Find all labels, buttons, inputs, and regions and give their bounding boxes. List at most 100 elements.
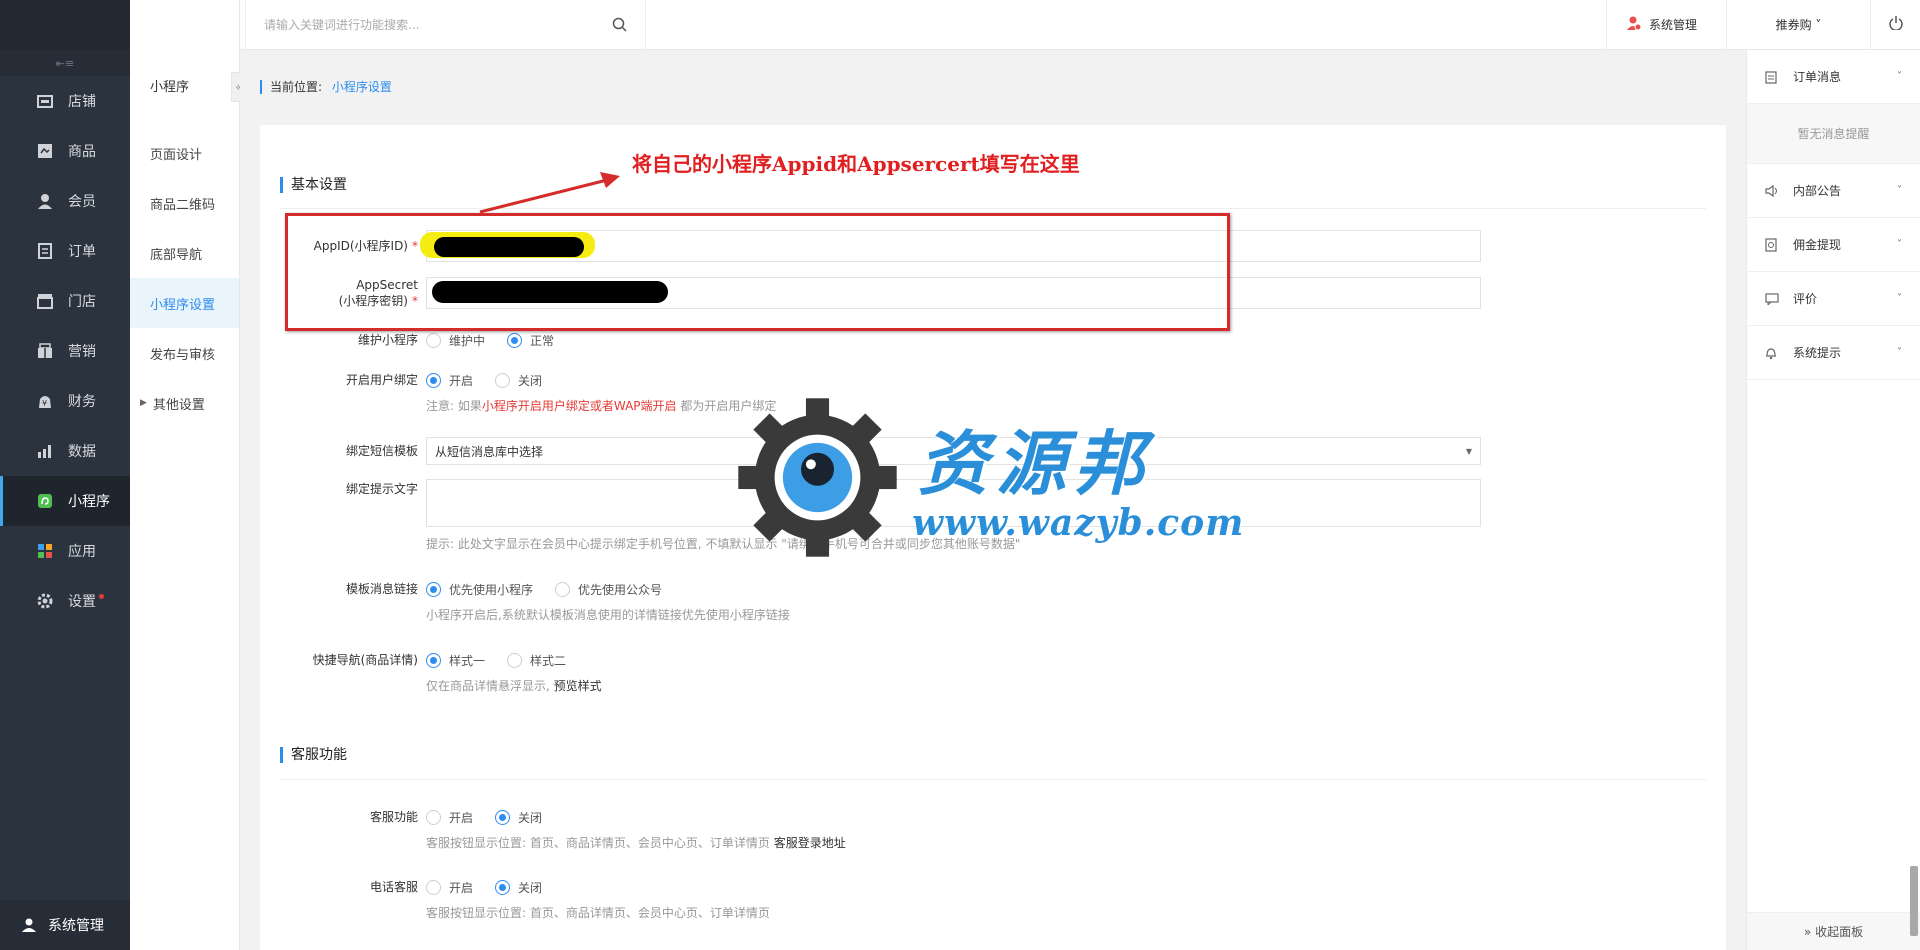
panel-item-commission-withdraw[interactable]: 佣金提现 ˅ bbox=[1747, 218, 1920, 272]
chevron-down-icon: ˅ bbox=[1897, 347, 1902, 358]
search-icon[interactable] bbox=[612, 17, 627, 36]
notification-dot bbox=[99, 593, 104, 599]
sidebar-item-marketing[interactable]: 营销 bbox=[0, 326, 130, 376]
data-icon bbox=[36, 442, 54, 460]
chevron-down-icon: ˅ bbox=[1897, 71, 1902, 82]
sidebar-item-label: 店铺 bbox=[68, 94, 96, 110]
cs-login-link[interactable]: 客服登录地址 bbox=[774, 836, 846, 850]
radio-phone-off[interactable]: 关闭 bbox=[495, 879, 542, 896]
sidebar-item-label: 订单 bbox=[68, 244, 96, 260]
sidebar-item-goods[interactable]: 商品 bbox=[0, 126, 130, 176]
annotation-arrow-icon bbox=[479, 172, 620, 214]
collapse-panel-button[interactable]: » 收起面板 bbox=[1747, 912, 1920, 950]
subnav-item-goods-qrcode[interactable]: 商品二维码 bbox=[130, 178, 239, 228]
maintain-label: 维护小程序 bbox=[357, 333, 418, 347]
radio-maintaining[interactable]: 维护中 bbox=[426, 332, 485, 349]
sidebar-item-finance[interactable]: ¥ 财务 bbox=[0, 376, 130, 426]
sidebar-system-admin[interactable]: 系统管理 bbox=[0, 900, 130, 950]
phone-hint: 客服按钮显示位置: 首页、商品详情页、会员中心页、订单详情页 bbox=[426, 906, 770, 920]
order-icon bbox=[36, 242, 54, 260]
comment-icon bbox=[1765, 292, 1779, 305]
radio-style-one[interactable]: 样式一 bbox=[426, 652, 485, 669]
subnav-title: 小程序 bbox=[150, 80, 190, 95]
store-icon bbox=[36, 292, 54, 310]
sidebar-item-apps[interactable]: 应用 bbox=[0, 526, 130, 576]
radio-binding-on[interactable]: 开启 bbox=[426, 372, 473, 389]
breadcrumb-current[interactable]: 小程序设置 bbox=[332, 80, 392, 94]
radio-phone-on[interactable]: 开启 bbox=[426, 879, 473, 896]
radio-style-two[interactable]: 样式二 bbox=[507, 652, 566, 669]
breadcrumb-prefix: 当前位置: bbox=[270, 80, 323, 94]
watermark-gear-icon bbox=[738, 398, 897, 557]
subnav-item-miniprogram-settings[interactable]: 小程序设置 bbox=[130, 278, 239, 328]
bindtext-label: 绑定提示文字 bbox=[345, 482, 418, 496]
finance-icon: ¥ bbox=[36, 392, 54, 410]
sidebar-item-label: 小程序 bbox=[68, 494, 110, 510]
radio-cs-off[interactable]: 关闭 bbox=[495, 809, 542, 826]
radio-cs-on[interactable]: 开启 bbox=[426, 809, 473, 826]
sidebar-item-label: 数据 bbox=[68, 444, 96, 460]
user-icon bbox=[22, 918, 36, 932]
preview-style-link[interactable]: 预览样式 bbox=[554, 679, 602, 693]
panel-item-reviews[interactable]: 评价 ˅ bbox=[1747, 272, 1920, 326]
system-admin-label: 系统管理 bbox=[1649, 18, 1698, 32]
admin-user-icon bbox=[1627, 16, 1642, 33]
binding-label: 开启用户绑定 bbox=[345, 373, 418, 387]
chevron-down-icon: ˅ bbox=[1897, 185, 1902, 196]
radio-prefer-official[interactable]: 优先使用公众号 bbox=[555, 581, 662, 598]
radio-normal[interactable]: 正常 bbox=[507, 332, 554, 349]
subnav-item-label: 其他设置 bbox=[152, 397, 205, 413]
settings-icon bbox=[36, 592, 54, 610]
sidebar-collapse-button[interactable]: ⇤≡ bbox=[0, 50, 130, 76]
search-input[interactable] bbox=[264, 17, 604, 32]
subnav-item-page-design[interactable]: 页面设计 bbox=[130, 128, 239, 178]
radio-binding-off[interactable]: 关闭 bbox=[495, 372, 542, 389]
sms-label: 绑定短信模板 bbox=[345, 444, 418, 458]
radio-prefer-miniprogram[interactable]: 优先使用小程序 bbox=[426, 581, 533, 598]
panel-item-order-messages[interactable]: 订单消息 ˅ bbox=[1747, 50, 1920, 104]
watermark-title: 资源邦 bbox=[918, 422, 1152, 505]
power-icon bbox=[1888, 15, 1903, 34]
system-admin-button[interactable]: 系统管理 bbox=[1606, 0, 1726, 50]
main-sidebar: ⇤≡ 店铺 商品 会员 订单 门店 营销 ¥ 财务 数据 小程序 应用 设置 系… bbox=[0, 0, 130, 950]
phone-label: 电话客服 bbox=[369, 880, 418, 894]
cs-hint: 客服按钮显示位置: 首页、商品详情页、会员中心页、订单详情页 客服登录地址 bbox=[426, 836, 846, 850]
breadcrumb: 当前位置: 小程序设置 bbox=[260, 80, 392, 94]
panel-item-announcements[interactable]: 内部公告 ˅ bbox=[1747, 164, 1920, 218]
sidebar-item-member[interactable]: 会员 bbox=[0, 176, 130, 226]
sidebar-item-label: 商品 bbox=[68, 144, 96, 160]
caret-right-icon: ▶ bbox=[140, 398, 147, 408]
goods-icon bbox=[36, 142, 54, 160]
annotation-text: 将自己的小程序Appid和Appsercert填写在这里 bbox=[632, 152, 1080, 176]
panel-item-system-notices[interactable]: 系统提示 ˅ bbox=[1747, 326, 1920, 380]
scrollbar-thumb[interactable] bbox=[1910, 866, 1918, 936]
section-title-basic: 基本设置 bbox=[280, 177, 347, 193]
watermark-url: www.wazyb.com bbox=[912, 502, 1245, 544]
subnav-item-publish-review[interactable]: 发布与审核 bbox=[130, 328, 239, 378]
marketing-icon bbox=[36, 342, 54, 360]
logo bbox=[0, 0, 130, 50]
sidebar-item-settings[interactable]: 设置 bbox=[0, 576, 130, 626]
sidebar-item-order[interactable]: 订单 bbox=[0, 226, 130, 276]
subnav-item-bottom-nav[interactable]: 底部导航 bbox=[130, 228, 239, 278]
member-icon bbox=[36, 192, 54, 210]
sidebar-item-data[interactable]: 数据 bbox=[0, 426, 130, 476]
cs-label: 客服功能 bbox=[369, 810, 418, 824]
top-header: 系统管理 推券购 ˅ bbox=[130, 0, 1920, 50]
sidebar-item-label: 营销 bbox=[68, 344, 96, 360]
miniprogram-icon bbox=[36, 492, 54, 510]
shop-icon bbox=[36, 92, 54, 110]
clipboard-icon bbox=[1765, 70, 1779, 84]
sidebar-item-label: 设置 bbox=[68, 594, 96, 610]
subnav-item-other-settings[interactable]: ▶ 其他设置 bbox=[130, 378, 239, 428]
quicknav-hint: 仅在商品详情悬浮显示, 预览样式 bbox=[426, 679, 602, 693]
svg-text:¥: ¥ bbox=[42, 399, 47, 408]
user-dropdown[interactable]: 推券购 ˅ bbox=[1726, 0, 1870, 50]
sidebar-item-store[interactable]: 门店 bbox=[0, 276, 130, 326]
sidebar-item-miniprogram[interactable]: 小程序 bbox=[0, 476, 130, 526]
sidebar-item-shop[interactable]: 店铺 bbox=[0, 76, 130, 126]
quicknav-label: 快捷导航(商品详情) bbox=[312, 653, 418, 667]
logout-button[interactable] bbox=[1870, 0, 1920, 50]
user-dropdown-label: 推券购 ˅ bbox=[1775, 18, 1822, 32]
binding-hint: 注意: 如果小程序开启用户绑定或者WAP端开启 都为开启用户绑定 bbox=[426, 399, 777, 413]
